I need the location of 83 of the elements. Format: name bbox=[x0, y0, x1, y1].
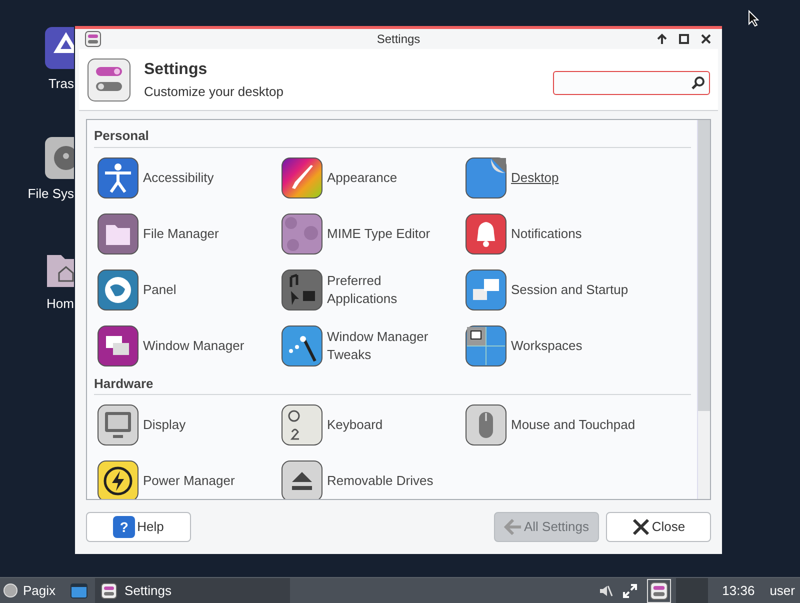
settings-item[interactable]: Panel bbox=[94, 262, 278, 318]
maximize-icon[interactable] bbox=[678, 33, 690, 45]
workspace-switcher[interactable] bbox=[676, 578, 708, 603]
clock: 13:36 bbox=[722, 582, 755, 600]
settings-item-label: Accessibility bbox=[143, 168, 215, 186]
paintbrush-icon bbox=[281, 156, 323, 198]
close-icon[interactable] bbox=[700, 33, 712, 45]
lightning-icon bbox=[97, 460, 139, 499]
person-icon bbox=[97, 156, 139, 198]
arrow-left-icon bbox=[504, 519, 522, 535]
monitor-icon bbox=[97, 404, 139, 446]
settings-item-label: Window Manager bbox=[143, 336, 246, 354]
settings-item-label: File Manager bbox=[143, 224, 220, 242]
toggles-icon bbox=[650, 582, 668, 600]
settings-item-label: Session and Startup bbox=[511, 280, 630, 298]
bell-icon bbox=[465, 212, 507, 254]
settings-item-label: Appearance bbox=[327, 168, 398, 186]
settings-item-label: Notifications bbox=[511, 224, 583, 242]
dialog-button[interactable]: ? Help bbox=[86, 512, 191, 542]
settings-item-label: Panel bbox=[143, 280, 178, 298]
scrollbar[interactable] bbox=[697, 120, 710, 499]
desktop-icon-label: Hom bbox=[46, 295, 74, 313]
settings-item-label: Desktop bbox=[511, 168, 560, 186]
settings-item[interactable]: Accessibility bbox=[94, 150, 278, 206]
folder-icon bbox=[97, 212, 139, 254]
mouse-icon bbox=[465, 404, 507, 446]
workspaces-icon bbox=[465, 324, 507, 366]
document-icon bbox=[465, 156, 507, 198]
settings-item-label: Preferred Applications bbox=[327, 272, 398, 308]
settings-item[interactable]: Session and Startup bbox=[462, 262, 646, 318]
settings-item[interactable]: Notifications bbox=[462, 206, 646, 262]
settings-item-label: Window Manager Tweaks bbox=[327, 328, 430, 364]
settings-item-label: Power Manager bbox=[143, 472, 236, 490]
mouse-cursor-icon bbox=[748, 10, 759, 27]
search-field[interactable] bbox=[553, 70, 710, 94]
settings-item-label: Keyboard bbox=[327, 416, 384, 434]
section-heading: Hardware bbox=[94, 374, 691, 395]
settings-item[interactable]: Window Manager bbox=[94, 318, 278, 374]
desktop-icon-label: File Sys bbox=[28, 185, 74, 203]
app-icon bbox=[85, 31, 101, 47]
eject-icon bbox=[281, 460, 323, 499]
help-icon: ? bbox=[113, 516, 136, 538]
folder-icon[interactable] bbox=[70, 582, 88, 598]
dialog-button[interactable]: Close bbox=[606, 512, 711, 542]
header-subtitle: Customize your desktop bbox=[144, 82, 284, 101]
settings-item[interactable]: Desktop bbox=[462, 150, 646, 206]
desktop-icon-label: Tras bbox=[48, 75, 74, 93]
settings-item-label: Mouse and Touchpad bbox=[511, 416, 636, 434]
toggles-icon bbox=[87, 58, 131, 102]
header-title: Settings bbox=[144, 60, 208, 80]
scrollbar-thumb[interactable] bbox=[698, 120, 710, 411]
settings-item-label: MIME Type Editor bbox=[327, 224, 432, 242]
settings-item-label: Workspaces bbox=[511, 336, 584, 354]
settings-item[interactable]: Appearance bbox=[278, 150, 462, 206]
settings-item[interactable]: Workspaces bbox=[462, 318, 646, 374]
window-title: Settings bbox=[376, 31, 420, 48]
settings-item[interactable]: Display bbox=[94, 397, 278, 453]
windows-icon bbox=[465, 268, 507, 310]
user-name: user bbox=[770, 582, 795, 600]
menu-button[interactable]: Pagix bbox=[0, 578, 64, 603]
settings-item[interactable]: Mouse and Touchpad bbox=[462, 397, 646, 453]
settings-item[interactable]: Removable Drives bbox=[278, 453, 462, 499]
settings-item[interactable]: Keyboard bbox=[278, 397, 462, 453]
close-icon bbox=[632, 518, 650, 536]
app-icon bbox=[100, 582, 117, 598]
settings-item-label: Display bbox=[143, 416, 187, 434]
settings-item[interactable]: Window Manager Tweaks bbox=[278, 318, 462, 374]
settings-item[interactable]: File Manager bbox=[94, 206, 278, 262]
settings-item[interactable]: Power Manager bbox=[94, 453, 278, 499]
arrow-up-icon[interactable] bbox=[656, 33, 668, 45]
tray-settings[interactable] bbox=[647, 578, 672, 602]
settings-item[interactable]: Preferred Applications bbox=[278, 262, 462, 318]
taskbar-task[interactable]: Settings bbox=[94, 578, 290, 603]
circle-icon bbox=[3, 583, 18, 598]
windows-icon bbox=[97, 324, 139, 366]
key-icon bbox=[281, 404, 323, 446]
magic-wand-icon bbox=[281, 324, 323, 366]
section-heading: Personal bbox=[94, 126, 691, 148]
settings-item-label: Removable Drives bbox=[327, 472, 434, 490]
settings-item[interactable]: MIME Type Editor bbox=[278, 206, 462, 262]
search-icon bbox=[691, 76, 705, 90]
network-arrows-icon[interactable] bbox=[623, 584, 638, 598]
muted-speaker-icon[interactable] bbox=[599, 584, 614, 598]
